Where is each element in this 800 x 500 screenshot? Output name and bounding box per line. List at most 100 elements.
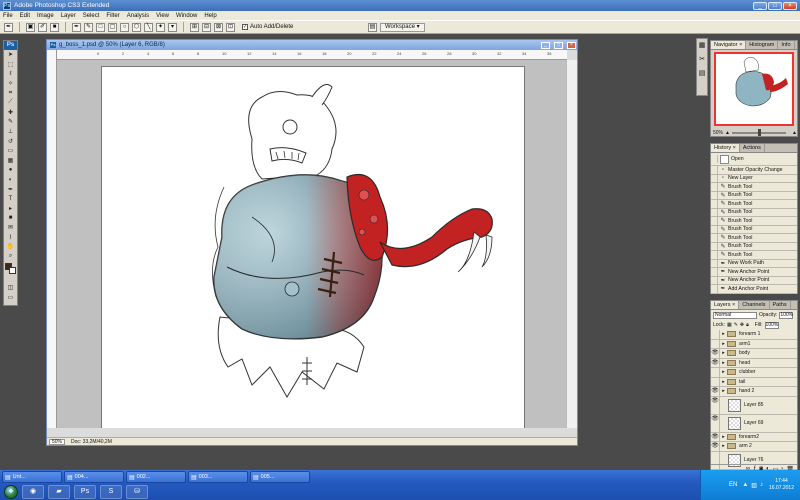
palette-icon[interactable]: ▤ — [368, 23, 377, 32]
expand-triangle-icon[interactable]: ▸ — [720, 360, 727, 366]
lasso-tool-icon[interactable]: ℓ — [4, 69, 17, 79]
expand-triangle-icon[interactable]: ▸ — [720, 379, 727, 385]
expand-triangle-icon[interactable]: ▸ — [720, 350, 727, 356]
visibility-eye-icon[interactable] — [711, 339, 720, 348]
shape-tool-icon[interactable]: ■ — [4, 213, 17, 223]
lock-paint-icon[interactable]: ✎ — [734, 322, 738, 328]
expand-triangle-icon[interactable]: ▸ — [720, 341, 727, 347]
history-source-checkbox[interactable] — [711, 165, 718, 174]
menu-view[interactable]: View — [156, 13, 169, 19]
auto-add-delete-checkbox[interactable]: ✓ Auto Add/Delete — [242, 24, 293, 30]
pen-tool-preset-icon[interactable]: ✒ — [4, 22, 13, 32]
menu-help[interactable]: Help — [204, 13, 216, 19]
eraser-icon[interactable]: ▭ — [4, 146, 17, 156]
doc-maximize-button[interactable]: □ — [554, 41, 563, 49]
history-item[interactable]: ✎ Brush Tool — [711, 242, 797, 251]
history-source-checkbox[interactable] — [711, 174, 718, 183]
magic-wand-icon[interactable]: ✧ — [4, 79, 17, 89]
shape-layers-icon[interactable]: ▣ — [26, 22, 35, 32]
taskbar-window-button[interactable]: ▤ Unt... — [2, 471, 62, 483]
history-source-checkbox[interactable] — [711, 267, 718, 276]
history-item[interactable]: ✒ New Work Path — [711, 259, 797, 268]
history-source-checkbox[interactable] — [711, 191, 718, 200]
layer-row[interactable]: ▸ forearm 1 — [711, 330, 797, 340]
gradient-tool-icon[interactable]: ▦ — [4, 156, 17, 166]
paths-icon[interactable]: ✐ — [38, 22, 47, 32]
visibility-eye-icon[interactable]: 👁︎ — [711, 396, 720, 414]
history-item[interactable]: ✎ Brush Tool — [711, 216, 797, 226]
taskbar-window-button[interactable]: ▤ 005... — [250, 471, 310, 483]
blur-tool-icon[interactable]: ● — [4, 165, 17, 175]
brushes-icon[interactable]: ▦ — [697, 41, 707, 53]
menu-file[interactable]: File — [3, 13, 13, 19]
tab-history[interactable]: History × — [711, 144, 740, 152]
close-button[interactable]: × — [783, 1, 797, 10]
history-item[interactable]: ✎ Brush Tool — [711, 199, 797, 209]
history-item[interactable]: ✎ Brush Tool — [711, 191, 797, 200]
exclude-path-icon[interactable]: ⊡ — [226, 22, 235, 32]
expand-triangle-icon[interactable]: ▸ — [720, 369, 727, 375]
clone-stamp-icon[interactable]: ⊥ — [4, 127, 17, 137]
line-icon[interactable]: ╲ — [144, 22, 153, 32]
history-source-checkbox[interactable] — [711, 199, 718, 208]
intersect-path-icon[interactable]: ⊠ — [214, 22, 223, 32]
taskbar-window-button[interactable]: ▤ 003... — [188, 471, 248, 483]
tab-actions[interactable]: Actions — [740, 144, 765, 152]
tab-navigator[interactable]: Navigator × — [711, 41, 747, 49]
layer-row[interactable]: 👁︎ Layer 85 — [711, 396, 797, 415]
marquee-tool-icon[interactable]: ⬚ — [4, 60, 17, 70]
crop-tool-icon[interactable]: ⌗ — [4, 88, 17, 98]
visibility-eye-icon[interactable]: 👁︎ — [711, 432, 720, 441]
dodge-tool-icon[interactable]: ◐ — [4, 175, 17, 185]
type-tool-icon[interactable]: T — [4, 194, 17, 204]
doc-minimize-button[interactable]: _ — [541, 41, 550, 49]
tool-presets-icon[interactable]: ✂ — [697, 55, 707, 67]
clone-source-icon[interactable]: ▤ — [697, 69, 707, 81]
expand-triangle-icon[interactable]: ▸ — [720, 388, 727, 394]
lock-position-icon[interactable]: ✥ — [740, 322, 744, 328]
zoom-tool-icon[interactable]: ⌕ — [4, 251, 17, 261]
start-button[interactable]: ❖ — [4, 485, 18, 499]
background-color-swatch[interactable] — [9, 267, 16, 275]
tab-histogram[interactable]: Histogram — [746, 41, 779, 49]
taskbar-window-button[interactable]: ▤ 002... — [126, 471, 186, 483]
visibility-eye-icon[interactable] — [711, 368, 720, 377]
move-tool-icon[interactable]: ➤ — [4, 50, 17, 60]
rounded-rectangle-icon[interactable]: ▢ — [108, 22, 117, 32]
navigator-thumbnail[interactable] — [714, 52, 794, 126]
menu-window[interactable]: Window — [176, 13, 197, 19]
fill-field[interactable]: 100% — [764, 321, 779, 329]
history-source-checkbox[interactable] — [711, 242, 718, 251]
healing-brush-icon[interactable]: ✚ — [4, 108, 17, 118]
network-icon[interactable]: ⛁ — [126, 485, 148, 499]
history-source-checkbox[interactable] — [711, 284, 718, 293]
chevron-down-icon[interactable]: ▾ — [168, 22, 177, 32]
opacity-field[interactable]: 100% — [779, 311, 794, 319]
tab-channels[interactable]: Channels — [739, 301, 770, 309]
canvas-area[interactable] — [57, 60, 567, 428]
canvas-document[interactable] — [101, 66, 525, 428]
taskbar-window-button[interactable]: ▤ 004... — [64, 471, 124, 483]
language-indicator[interactable]: EN — [729, 482, 737, 488]
path-selection-icon[interactable]: ▸ — [4, 204, 17, 214]
history-source-checkbox[interactable] — [711, 182, 718, 191]
custom-shape-icon[interactable]: ✦ — [156, 22, 165, 32]
skype-icon[interactable]: S — [100, 485, 122, 499]
layer-row[interactable]: 👁︎ ▸ head — [711, 358, 797, 368]
rectangle-icon[interactable]: □ — [96, 22, 105, 32]
history-source-checkbox[interactable] — [711, 208, 718, 217]
history-item[interactable]: ✎ Brush Tool — [711, 182, 797, 192]
folder-icon[interactable]: ▰ — [48, 485, 70, 499]
layer-row[interactable]: 👁︎ Layer 69 — [711, 414, 797, 433]
history-item[interactable]: ✒ New Anchor Point — [711, 276, 797, 285]
history-item[interactable]: ✎ Brush Tool — [711, 250, 797, 260]
screen-mode-icon[interactable]: ▭ — [4, 293, 17, 303]
zoom-slider-handle[interactable] — [757, 128, 761, 136]
polygon-icon[interactable]: ⬡ — [132, 22, 141, 32]
navigator-zoom-value[interactable]: 50% — [713, 130, 723, 136]
subtract-path-icon[interactable]: ⊟ — [202, 22, 211, 32]
visibility-eye-icon[interactable] — [711, 330, 720, 339]
network-tray-icon[interactable]: ▥ — [751, 482, 757, 489]
freeform-pen-icon[interactable]: ✎ — [84, 22, 93, 32]
visibility-eye-icon[interactable] — [711, 377, 720, 386]
